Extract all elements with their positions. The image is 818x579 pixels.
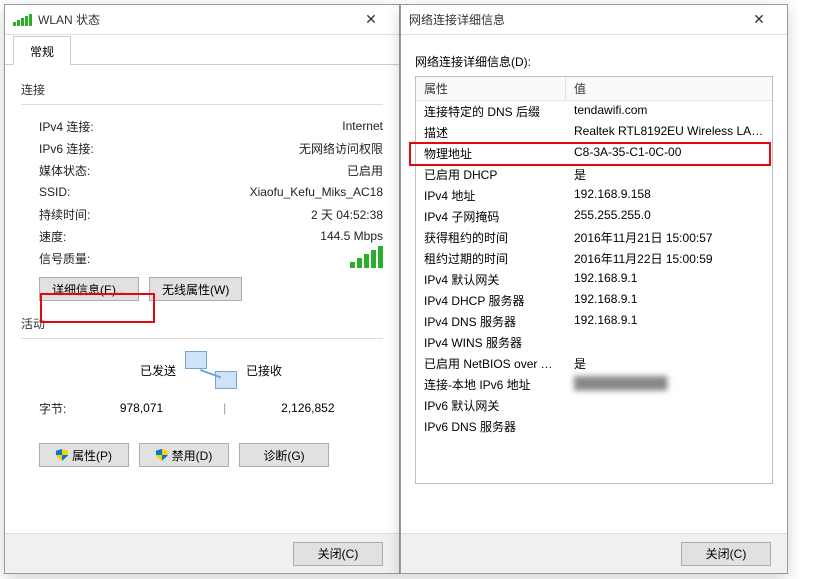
sent-label: 已发送	[39, 362, 176, 379]
details-row-key: IPv4 DNS 服务器	[416, 311, 566, 332]
ipv4-conn-value: Internet	[342, 119, 383, 133]
signal-icon	[13, 14, 32, 26]
ipv6-conn-label: IPv6 连接:	[39, 140, 94, 157]
details-row-key: 描述	[416, 122, 566, 143]
ssid-label: SSID:	[39, 185, 70, 199]
details-title: 网络连接详细信息	[409, 11, 739, 28]
details-row[interactable]: IPv6 默认网关	[416, 395, 772, 416]
ssid-value: Xiaofu_Kefu_Miks_AC18	[250, 185, 383, 199]
duration-label: 持续时间:	[39, 206, 90, 223]
details-row[interactable]: 获得租约的时间2016年11月21日 15:00:57	[416, 227, 772, 248]
details-row-key: 已启用 DHCP	[416, 164, 566, 185]
details-row-value	[566, 332, 772, 353]
details-row[interactable]: IPv4 子网掩码255.255.255.0	[416, 206, 772, 227]
details-row-value: 是	[566, 164, 772, 185]
media-state-label: 媒体状态:	[39, 162, 90, 179]
details-row-key: IPv4 子网掩码	[416, 206, 566, 227]
close-icon[interactable]: ✕	[739, 6, 779, 34]
details-row-value: Realtek RTL8192EU Wireless LAN 802.11	[566, 122, 772, 143]
details-row[interactable]: IPv4 DNS 服务器192.168.9.1	[416, 311, 772, 332]
media-state-value: 已启用	[347, 162, 383, 179]
properties-button[interactable]: 属性(P)	[39, 443, 129, 467]
details-row-value: 192.168.9.1	[566, 269, 772, 290]
wireless-props-button[interactable]: 无线属性(W)	[149, 277, 242, 301]
details-row-key: IPv4 默认网关	[416, 269, 566, 290]
details-row-key: 租约过期的时间	[416, 248, 566, 269]
diagnose-button[interactable]: 诊断(G)	[239, 443, 329, 467]
details-row-key: 已启用 NetBIOS over Tc...	[416, 353, 566, 374]
details-label: 网络连接详细信息(D):	[415, 53, 773, 70]
details-row-key: IPv6 默认网关	[416, 395, 566, 416]
bytes-recv-value: 2,126,852	[233, 401, 383, 415]
details-row-value	[566, 416, 772, 437]
details-row-value: 是	[566, 353, 772, 374]
details-row[interactable]: 租约过期的时间2016年11月22日 15:00:59	[416, 248, 772, 269]
signal-quality-label: 信号质量:	[39, 250, 90, 267]
details-row-key: IPv4 地址	[416, 185, 566, 206]
close-button[interactable]: 关闭(C)	[681, 542, 771, 566]
network-activity-icon	[183, 349, 239, 391]
details-row-value: tendawifi.com	[566, 101, 772, 122]
bytes-sent-value: 978,071	[66, 401, 216, 415]
wlan-titlebar[interactable]: WLAN 状态 ✕	[5, 5, 399, 35]
details-row-key: 连接-本地 IPv6 地址	[416, 374, 566, 395]
details-row[interactable]: IPv4 地址192.168.9.158	[416, 185, 772, 206]
details-row-value: C8-3A-35-C1-0C-00	[566, 143, 772, 164]
details-titlebar[interactable]: 网络连接详细信息 ✕	[401, 5, 787, 35]
network-details-window: 网络连接详细信息 ✕ 网络连接详细信息(D): 属性 值 连接特定的 DNS 后…	[400, 4, 788, 574]
close-button[interactable]: 关闭(C)	[293, 542, 383, 566]
signal-quality-icon	[350, 246, 383, 268]
details-row-value	[566, 395, 772, 416]
details-row-value: 2016年11月21日 15:00:57	[566, 227, 772, 248]
speed-value: 144.5 Mbps	[320, 229, 383, 243]
details-row[interactable]: IPv4 DHCP 服务器192.168.9.1	[416, 290, 772, 311]
details-row-value: 192.168.9.158	[566, 185, 772, 206]
details-row[interactable]: IPv4 默认网关192.168.9.1	[416, 269, 772, 290]
details-row-value: 192.168.9.1	[566, 290, 772, 311]
details-row[interactable]: 已启用 NetBIOS over Tc...是	[416, 353, 772, 374]
details-row[interactable]: 已启用 DHCP是	[416, 164, 772, 185]
details-row-value: ███████████	[566, 374, 772, 395]
details-row-key: 物理地址	[416, 143, 566, 164]
details-row[interactable]: IPv6 DNS 服务器	[416, 416, 772, 437]
details-row[interactable]: 描述Realtek RTL8192EU Wireless LAN 802.11	[416, 122, 772, 143]
group-activity: 活动	[21, 315, 383, 332]
details-row-key: IPv4 WINS 服务器	[416, 332, 566, 353]
details-row-value: 2016年11月22日 15:00:59	[566, 248, 772, 269]
details-row[interactable]: 物理地址C8-3A-35-C1-0C-00	[416, 143, 772, 164]
details-row[interactable]: 连接-本地 IPv6 地址███████████	[416, 374, 772, 395]
wlan-title: WLAN 状态	[38, 11, 351, 28]
col-header-value[interactable]: 值	[566, 77, 772, 100]
disable-button[interactable]: 禁用(D)	[139, 443, 229, 467]
details-row-key: IPv6 DNS 服务器	[416, 416, 566, 437]
col-header-property[interactable]: 属性	[416, 77, 566, 100]
group-connection: 连接	[21, 81, 383, 98]
details-row-value: 192.168.9.1	[566, 311, 772, 332]
shield-icon	[156, 449, 168, 461]
shield-icon	[56, 449, 68, 461]
ipv6-conn-value: 无网络访问权限	[299, 140, 383, 157]
details-row-key: 连接特定的 DNS 后缀	[416, 101, 566, 122]
tab-general[interactable]: 常规	[13, 36, 71, 65]
details-row-value: 255.255.255.0	[566, 206, 772, 227]
details-row[interactable]: IPv4 WINS 服务器	[416, 332, 772, 353]
duration-value: 2 天 04:52:38	[311, 206, 383, 223]
details-row-key: IPv4 DHCP 服务器	[416, 290, 566, 311]
close-icon[interactable]: ✕	[351, 6, 391, 34]
details-button[interactable]: 详细信息(E)...	[39, 277, 139, 301]
ipv4-conn-label: IPv4 连接:	[39, 118, 94, 135]
details-row[interactable]: 连接特定的 DNS 后缀tendawifi.com	[416, 101, 772, 122]
details-listview[interactable]: 属性 值 连接特定的 DNS 后缀tendawifi.com描述Realtek …	[415, 76, 773, 484]
bytes-label: 字节:	[39, 400, 66, 417]
received-label: 已接收	[246, 362, 383, 379]
wlan-status-window: WLAN 状态 ✕ 常规 连接 IPv4 连接: Internet IPv6 连接…	[4, 4, 400, 574]
speed-label: 速度:	[39, 228, 66, 245]
tabstrip: 常规	[5, 35, 399, 65]
details-row-key: 获得租约的时间	[416, 227, 566, 248]
